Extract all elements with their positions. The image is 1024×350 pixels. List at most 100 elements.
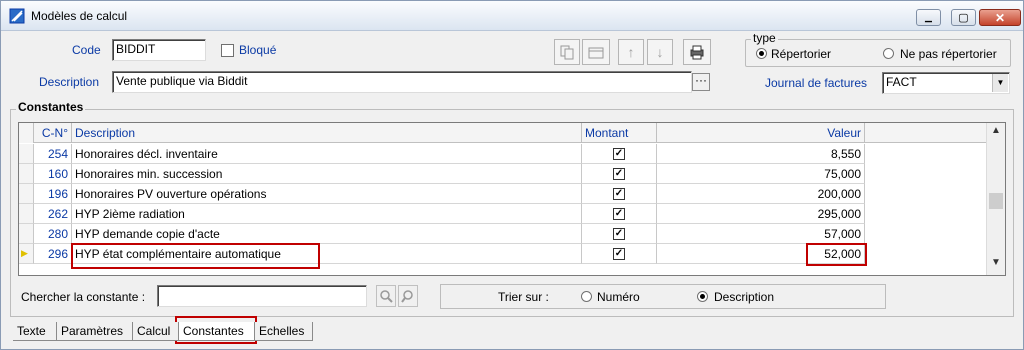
table-row[interactable]: 262 HYP 2ième radiation ✓ 295,000 — [19, 204, 986, 224]
sort-radio-description-label: Description — [714, 290, 775, 304]
constantes-grid: C-N° Description Montant Valeur 254 Hono… — [18, 122, 1006, 276]
cn-cell[interactable]: 160 — [34, 164, 72, 184]
radio-repertorier[interactable] — [756, 48, 767, 59]
valeur-cell[interactable]: 52,000 — [657, 244, 865, 264]
journal-select[interactable]: FACT — [882, 72, 1010, 94]
valeur-cell[interactable]: 295,000 — [657, 204, 865, 224]
row-indicator-cell — [19, 184, 34, 204]
cn-cell[interactable]: 296 — [34, 244, 72, 264]
scroll-thumb[interactable] — [989, 193, 1003, 209]
description-cell[interactable]: HYP demande copie d'acte — [72, 224, 582, 244]
grid-header: C-N° Description Montant Valeur — [19, 123, 986, 143]
row-indicator-cell — [19, 164, 34, 184]
valeur-cell[interactable]: 200,000 — [657, 184, 865, 204]
montant-cell[interactable]: ✓ — [582, 164, 657, 184]
search-label: Chercher la constante : — [21, 290, 146, 304]
header-montant[interactable]: Montant — [582, 123, 657, 143]
header-cn[interactable]: C-N° — [34, 123, 72, 143]
table-row-current[interactable]: ▶ 296 HYP état complémentaire automatiqu… — [19, 244, 986, 264]
row-indicator-icon: ▶ — [19, 244, 34, 264]
arrow-down-icon: ↓ — [656, 44, 664, 60]
bloque-label: Bloqué — [239, 43, 277, 57]
minimize-button[interactable]: ▁ — [916, 9, 941, 26]
paste-button[interactable] — [582, 39, 610, 65]
grid-scrollbar[interactable]: ▲ ▼ — [986, 123, 1005, 275]
header-description[interactable]: Description — [72, 123, 582, 143]
search-button[interactable] — [376, 285, 396, 307]
montant-cell[interactable]: ✓ — [582, 204, 657, 224]
move-up-button[interactable]: ↑ — [618, 39, 644, 65]
table-row[interactable]: 280 HYP demande copie d'acte ✓ 57,000 — [19, 224, 986, 244]
bloque-checkbox[interactable] — [221, 44, 234, 57]
description-label: Description — [39, 75, 100, 89]
description-cell[interactable]: Honoraires décl. inventaire — [72, 144, 582, 164]
tab-constantes[interactable]: Constantes — [179, 322, 255, 341]
tab-calcul[interactable]: Calcul — [133, 322, 179, 341]
search-next-button[interactable] — [398, 285, 418, 307]
radio-ne-pas-repertorier[interactable] — [883, 48, 894, 59]
chevron-down-icon: ▼ — [996, 78, 1005, 87]
maximize-button[interactable]: ▢ — [951, 9, 976, 26]
description-cell[interactable]: HYP état complémentaire automatique — [72, 244, 582, 264]
maximize-icon: ▢ — [958, 12, 969, 24]
valeur-cell[interactable]: 8,550 — [657, 144, 865, 164]
code-label: Code — [72, 43, 101, 57]
montant-checkbox[interactable]: ✓ — [613, 188, 625, 200]
description-cell[interactable]: HYP 2ième radiation — [72, 204, 582, 224]
table-row[interactable]: 254 Honoraires décl. inventaire ✓ 8,550 — [19, 144, 986, 164]
montant-cell[interactable]: ✓ — [582, 144, 657, 164]
cn-cell[interactable]: 262 — [34, 204, 72, 224]
table-row[interactable]: 196 Honoraires PV ouverture opérations ✓… — [19, 184, 986, 204]
tab-texte[interactable]: Texte — [13, 322, 57, 341]
constantes-legend: Constantes — [16, 100, 86, 114]
montant-cell[interactable]: ✓ — [582, 184, 657, 204]
valeur-cell[interactable]: 57,000 — [657, 224, 865, 244]
app-icon — [9, 8, 25, 24]
montant-cell[interactable]: ✓ — [582, 224, 657, 244]
window-title: Modèles de calcul — [31, 9, 128, 23]
search-next-icon — [401, 290, 413, 303]
header-valeur[interactable]: Valeur — [657, 123, 865, 143]
row-indicator-cell — [19, 204, 34, 224]
description-cell[interactable]: Honoraires min. succession — [72, 164, 582, 184]
close-button[interactable]: ✕ — [979, 9, 1021, 26]
close-icon: ✕ — [994, 10, 1006, 25]
window: Modèles de calcul ▁ ▢ ✕ Code BIDDIT Bloq… — [0, 0, 1024, 350]
title-bar: Modèles de calcul ▁ ▢ ✕ — [1, 1, 1023, 31]
montant-checkbox[interactable]: ✓ — [613, 248, 625, 260]
row-indicator-cell — [19, 144, 34, 164]
montant-checkbox[interactable]: ✓ — [613, 208, 625, 220]
print-button[interactable] — [683, 39, 711, 65]
sort-radio-numero-label: Numéro — [597, 290, 640, 304]
tab-echelles[interactable]: Echelles — [255, 322, 313, 341]
cn-cell[interactable]: 280 — [34, 224, 72, 244]
search-icon — [380, 290, 393, 303]
type-legend: type — [751, 31, 778, 45]
cn-cell[interactable]: 254 — [34, 144, 72, 164]
table-row[interactable]: 160 Honoraires min. succession ✓ 75,000 — [19, 164, 986, 184]
sort-radio-description[interactable] — [697, 291, 708, 302]
move-down-button[interactable]: ↓ — [647, 39, 673, 65]
sort-radio-numero[interactable] — [581, 291, 592, 302]
radio-repertorier-label: Répertorier — [771, 47, 832, 61]
tab-parametres[interactable]: Paramètres — [57, 322, 133, 341]
code-field[interactable]: BIDDIT — [112, 39, 206, 61]
radio-ne-pas-repertorier-label: Ne pas répertorier — [900, 47, 997, 61]
copy-button[interactable] — [554, 39, 580, 65]
scroll-up-icon[interactable]: ▲ — [987, 125, 1005, 142]
journal-dropdown-button[interactable]: ▼ — [992, 74, 1008, 92]
description-browse-button[interactable]: ··· — [692, 73, 710, 91]
search-input[interactable] — [157, 285, 367, 307]
montant-checkbox[interactable]: ✓ — [613, 168, 625, 180]
row-indicator-cell — [19, 224, 34, 244]
valeur-cell[interactable]: 75,000 — [657, 164, 865, 184]
montant-checkbox[interactable]: ✓ — [613, 148, 625, 160]
description-cell[interactable]: Honoraires PV ouverture opérations — [72, 184, 582, 204]
description-field[interactable]: Vente publique via Biddit — [112, 71, 692, 93]
scroll-down-icon[interactable]: ▼ — [987, 257, 1005, 274]
journal-label: Journal de factures — [765, 76, 868, 90]
cn-cell[interactable]: 196 — [34, 184, 72, 204]
montant-cell[interactable]: ✓ — [582, 244, 657, 264]
montant-checkbox[interactable]: ✓ — [613, 228, 625, 240]
sort-label: Trier sur : — [498, 290, 549, 304]
